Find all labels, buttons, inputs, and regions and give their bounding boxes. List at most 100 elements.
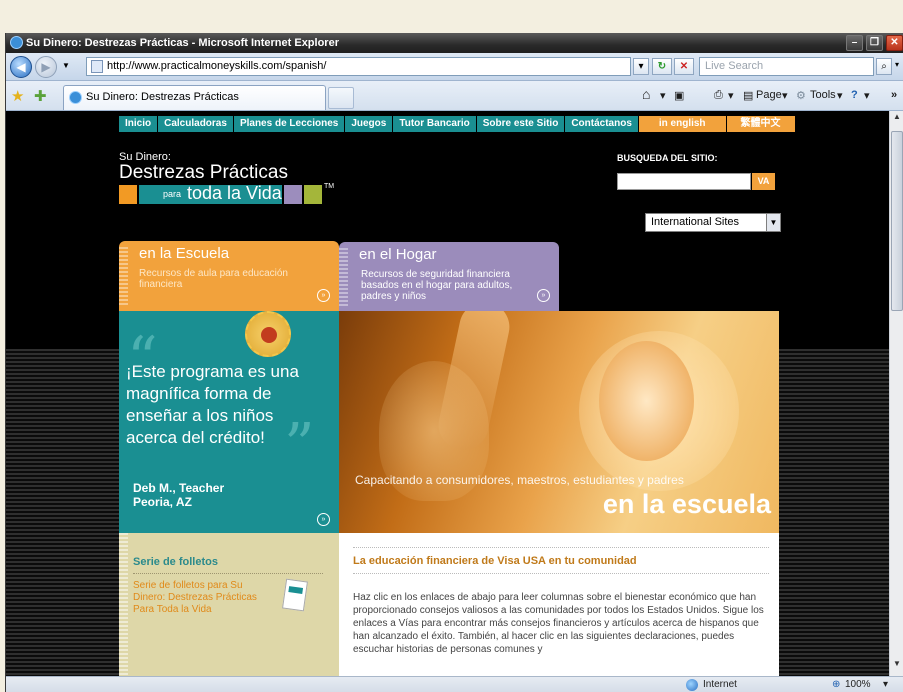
hogar-arrow-icon[interactable]: » <box>537 289 550 302</box>
logo-tm: TM <box>324 183 335 190</box>
author-name: Deb M., Teacher <box>133 481 225 495</box>
url-text: http://www.practicalmoneyskills.com/span… <box>107 60 327 72</box>
tab-label: Su Dinero: Destrezas Prácticas <box>86 91 239 103</box>
page-icon-cmd: ▤ <box>743 90 754 102</box>
minimize-button[interactable]: – <box>846 35 863 51</box>
add-favorites-icon[interactable]: ✚ <box>34 87 47 105</box>
nav-english[interactable]: in english <box>638 116 727 132</box>
divider <box>133 573 323 574</box>
home-icon[interactable]: ⌂ <box>642 86 650 102</box>
photo-girl-face-shape <box>599 341 694 461</box>
tab-stripe <box>119 247 128 307</box>
nav-calculadoras[interactable]: Calculadoras <box>158 116 234 132</box>
site-nav: Inicio Calculadoras Planes de Lecciones … <box>119 116 796 132</box>
logo-teal-block: para toda la Vida <box>139 183 282 204</box>
search-placeholder: Live Search <box>705 60 764 72</box>
recent-pages-dropdown-icon[interactable]: ▼ <box>62 61 70 70</box>
divider <box>353 547 769 548</box>
search-icon[interactable]: ⌕ <box>876 58 892 75</box>
print-dropdown-icon[interactable]: ▾ <box>728 89 734 102</box>
scroll-thumb[interactable] <box>891 131 903 311</box>
logo-purple-block <box>284 185 302 204</box>
nav-juegos[interactable]: Juegos <box>345 116 394 132</box>
hero-title: en la escuela <box>602 489 771 519</box>
logo-toda: toda la Vida <box>187 183 282 203</box>
tab-en-la-escuela[interactable]: en la Escuela Recursos de aula para educ… <box>119 241 339 311</box>
tab-su-dinero[interactable]: Su Dinero: Destrezas Prácticas <box>63 85 326 110</box>
feeds-icon[interactable]: ▣ <box>674 89 684 102</box>
logo-para: para <box>163 189 182 199</box>
escuela-arrow-icon[interactable]: » <box>317 289 330 302</box>
main-article: La educación financiera de Visa USA en t… <box>339 533 779 676</box>
nav-sobre[interactable]: Sobre este Sitio <box>476 116 566 132</box>
testimonial-author: Deb M., Teacher Peoria, AZ <box>133 481 224 509</box>
folletos-panel: Serie de folletos Serie de folletos para… <box>119 533 339 676</box>
booklet-icon[interactable] <box>282 578 308 612</box>
command-bar: ★ ✚ Su Dinero: Destrezas Prácticas ⌂ ▾ ▣… <box>6 81 903 111</box>
escuela-desc: Recursos de aula para educación financie… <box>139 268 288 290</box>
new-tab-button[interactable] <box>328 87 354 109</box>
logo-orange-block <box>119 185 137 204</box>
zoom-icon: ⊕ <box>832 679 841 690</box>
title-bar: Su Dinero: Destrezas Prácticas - Microso… <box>6 33 903 53</box>
home-dropdown-icon[interactable]: ▾ <box>660 89 666 102</box>
international-sites-select[interactable]: International Sites ▼ <box>645 213 781 232</box>
tools-dropdown-icon[interactable]: ▾ <box>837 89 843 102</box>
stop-button[interactable]: ✕ <box>674 58 694 75</box>
page-dropdown-icon[interactable]: ▾ <box>782 89 788 102</box>
hero-caption: Capacitando a consumidores, maestros, es… <box>355 473 684 487</box>
zoom-level[interactable]: 100% <box>845 679 871 690</box>
testimonial-panel: “ ” ¡Este programa es una magnífica form… <box>119 311 339 533</box>
scroll-down-icon[interactable]: ▼ <box>891 659 903 673</box>
ie-logo-icon <box>10 36 23 49</box>
close-button[interactable]: ✕ <box>886 35 903 51</box>
url-field[interactable]: http://www.practicalmoneyskills.com/span… <box>86 57 631 76</box>
article-body: Haz clic en los enlaces de abajo para le… <box>353 592 764 655</box>
tools-menu[interactable]: Tools <box>810 89 836 101</box>
tab-en-el-hogar[interactable]: en el Hogar Recursos de seguridad financ… <box>339 242 559 311</box>
vertical-scrollbar[interactable]: ▲ ▼ <box>889 111 903 676</box>
browser-window: Su Dinero: Destrezas Prácticas - Microso… <box>5 33 903 692</box>
zoom-dropdown-icon[interactable]: ▾ <box>883 679 888 690</box>
hogar-title: en el Hogar <box>359 246 437 263</box>
folletos-title[interactable]: Serie de folletos <box>133 556 218 568</box>
zone-label: Internet <box>703 679 737 690</box>
help-dropdown-icon[interactable]: ▾ <box>864 89 870 102</box>
help-icon[interactable]: ? <box>851 89 858 101</box>
escuela-title: en la Escuela <box>139 245 230 262</box>
nav-planes[interactable]: Planes de Lecciones <box>233 116 346 132</box>
address-bar: ◀ ▶ ▼ http://www.practicalmoneyskills.co… <box>6 53 903 81</box>
tools-gear-icon: ⚙ <box>796 90 806 102</box>
window-title: Su Dinero: Destrezas Prácticas - Microso… <box>26 37 339 49</box>
page-menu[interactable]: Page <box>756 89 782 101</box>
logo-green-block <box>304 185 322 204</box>
back-button[interactable]: ◀ <box>10 56 32 78</box>
nav-inicio[interactable]: Inicio <box>119 116 159 132</box>
testimonial-arrow-icon[interactable]: » <box>317 513 330 526</box>
divider <box>353 573 769 574</box>
print-icon[interactable]: ⎙ <box>714 89 723 102</box>
restore-button[interactable]: ❐ <box>866 35 883 51</box>
site-search-button[interactable]: VA <box>752 173 775 190</box>
url-dropdown-button[interactable]: ▾ <box>633 58 649 75</box>
site-search-input[interactable] <box>617 173 751 190</box>
testimonial-quote: ¡Este programa es una magnífica forma de… <box>126 362 299 447</box>
forward-button[interactable]: ▶ <box>35 56 57 78</box>
author-location: Peoria, AZ <box>133 495 192 509</box>
refresh-button[interactable]: ↻ <box>652 58 672 75</box>
search-options-icon[interactable]: ▾ <box>895 60 899 69</box>
internet-zone-icon <box>686 679 698 691</box>
nav-chinese[interactable]: 繁體中文 <box>726 116 796 132</box>
search-input[interactable]: Live Search <box>699 57 874 76</box>
hero-photo: Capacitando a consumidores, maestros, es… <box>339 311 779 533</box>
teacher-tested-seal-icon <box>245 311 291 357</box>
nav-contactanos[interactable]: Contáctanos <box>565 116 639 132</box>
panel-stripe <box>119 533 128 676</box>
hogar-desc: Recursos de seguridad financiera basados… <box>361 269 513 302</box>
folletos-link[interactable]: Serie de folletos para Su Dinero: Destre… <box>133 580 273 616</box>
tab-ie-icon <box>69 91 82 104</box>
scroll-up-icon[interactable]: ▲ <box>891 112 903 126</box>
overflow-chevron-icon[interactable]: » <box>891 89 897 101</box>
nav-tutor[interactable]: Tutor Bancario <box>393 116 477 132</box>
favorites-star-icon[interactable]: ★ <box>11 87 24 105</box>
